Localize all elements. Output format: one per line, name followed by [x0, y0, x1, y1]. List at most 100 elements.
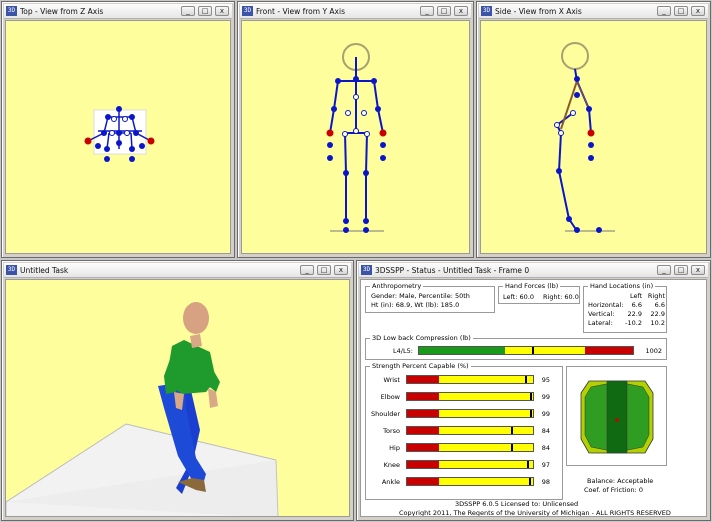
anthropometry-group: Anthropometry Gender: Male, Percentile: …	[365, 282, 495, 313]
strength-label: Knee	[383, 461, 400, 469]
low-back-group: 3D Low back Compression (lb) L4/L5: 1002	[365, 334, 667, 360]
side-view-viewport[interactable]	[480, 20, 707, 254]
hand-location-right: 10.2	[650, 319, 665, 327]
side-view-window[interactable]: 3D Side - View from X Axis _ □ x	[476, 1, 711, 258]
app-icon: 3D	[481, 6, 492, 16]
window-title: Untitled Task	[20, 265, 69, 275]
hand-location-label: Lateral:	[588, 319, 613, 327]
strength-label: Elbow	[380, 393, 400, 401]
close-icon[interactable]: x	[691, 265, 705, 275]
center-of-gravity-icon	[615, 418, 619, 422]
restore-icon[interactable]: □	[437, 6, 451, 16]
hand-location-left: 6.6	[631, 301, 642, 309]
close-icon[interactable]: x	[334, 265, 348, 275]
hand-forces-heading: Hand Forces (lb)	[503, 282, 561, 290]
top-view-figure	[84, 106, 155, 162]
app-icon: 3D	[361, 265, 372, 275]
close-icon[interactable]: x	[215, 6, 229, 16]
restore-icon[interactable]: □	[674, 6, 688, 16]
strength-value: 98	[541, 478, 550, 486]
top-view-titlebar[interactable]: 3D Top - View from Z Axis _ □ x	[4, 4, 232, 19]
hand-force-left: Left: 60.0	[503, 293, 534, 301]
hand-location-right: 22.9	[650, 310, 665, 318]
status-panel: Anthropometry Gender: Male, Percentile: …	[360, 279, 707, 517]
app-icon: 3D	[242, 6, 253, 16]
strength-bar	[406, 426, 534, 435]
hand-force-right: Right: 60.0	[543, 293, 579, 301]
human-3d-scene	[6, 302, 279, 516]
top-view-viewport[interactable]	[5, 20, 231, 254]
strength-marker	[529, 478, 531, 485]
hand-locations-col-right: Right	[647, 292, 665, 300]
task-view-titlebar[interactable]: 3D Untitled Task _ □ x	[4, 263, 351, 278]
strength-bar	[406, 375, 534, 384]
strength-bar	[406, 392, 534, 401]
strength-value: 84	[541, 427, 550, 435]
top-view-window[interactable]: 3D Top - View from Z Axis _ □ x	[1, 1, 235, 258]
anthropometry-height-weight: Ht (in): 68.9, Wt (lb): 185.0	[371, 301, 460, 309]
strength-value: 95	[541, 376, 550, 384]
low-back-marker	[532, 347, 534, 354]
status-window[interactable]: 3D 3DSSPP - Status - Untitled Task - Fra…	[356, 260, 711, 521]
balance-group	[566, 366, 667, 466]
copyright-text: Copyright 2011, The Regents of the Unive…	[399, 509, 671, 517]
strength-bar	[406, 443, 534, 452]
strength-marker	[530, 393, 532, 400]
strength-marker	[527, 461, 529, 468]
task-view-window[interactable]: 3D Untitled Task _ □ x	[1, 260, 354, 521]
strength-label: Wrist	[383, 376, 400, 384]
strength-marker	[525, 376, 527, 383]
coefficient-of-friction: Coef. of Friction: 0	[584, 486, 643, 494]
balance-diagram	[580, 380, 654, 454]
window-title: Side - View from X Axis	[495, 6, 582, 16]
front-view-window[interactable]: 3D Front - View from Y Axis _ □ x	[237, 1, 474, 258]
strength-label: Hip	[389, 444, 400, 452]
minimize-icon[interactable]: _	[657, 265, 671, 275]
window-title: Front - View from Y Axis	[256, 6, 345, 16]
strength-value: 99	[541, 393, 550, 401]
strength-value: 84	[541, 444, 550, 452]
strength-heading: Strength Percent Capable (%)	[370, 362, 471, 370]
close-icon[interactable]: x	[691, 6, 705, 16]
low-back-heading: 3D Low back Compression (lb)	[370, 334, 473, 342]
minimize-icon[interactable]: _	[181, 6, 195, 16]
strength-bar	[406, 477, 534, 486]
app-icon: 3D	[6, 6, 17, 16]
status-titlebar[interactable]: 3D 3DSSPP - Status - Untitled Task - Fra…	[359, 263, 708, 278]
strength-marker	[511, 427, 513, 434]
restore-icon[interactable]: □	[317, 265, 331, 275]
head-outline	[561, 42, 589, 70]
restore-icon[interactable]: □	[198, 6, 212, 16]
side-view-titlebar[interactable]: 3D Side - View from X Axis _ □ x	[479, 4, 708, 19]
anthropometry-gender: Gender: Male, Percentile: 50th	[371, 292, 470, 300]
hand-forces-group: Hand Forces (lb) Left: 60.0 Right: 60.0	[498, 282, 580, 304]
minimize-icon[interactable]: _	[657, 6, 671, 16]
strength-marker	[530, 410, 532, 417]
hand-location-label: Horizontal:	[588, 301, 624, 309]
l4-l5-label: L4/L5:	[393, 347, 413, 355]
strength-group: Strength Percent Capable (%) Wrist 95 Elbo…	[365, 362, 563, 500]
anthropometry-heading: Anthropometry	[370, 282, 424, 290]
hand-location-left: 22.9	[627, 310, 642, 318]
strength-bar	[406, 460, 534, 469]
strength-label: Torso	[383, 427, 400, 435]
low-back-compression-bar	[418, 346, 634, 355]
strength-label: Ankle	[381, 478, 400, 486]
front-view-titlebar[interactable]: 3D Front - View from Y Axis _ □ x	[240, 4, 471, 19]
task-3d-viewport[interactable]	[5, 279, 350, 517]
side-view-figure	[554, 42, 615, 233]
hand-locations-heading: Hand Locations (in)	[588, 282, 656, 290]
front-view-figure	[326, 43, 387, 233]
minimize-icon[interactable]: _	[300, 265, 314, 275]
strength-value: 97	[541, 461, 550, 469]
hand-locations-group: Hand Locations (in) Left Right Horizonta…	[583, 282, 667, 333]
strength-value: 99	[541, 410, 550, 418]
close-icon[interactable]: x	[454, 6, 468, 16]
head	[183, 302, 209, 334]
restore-icon[interactable]: □	[674, 265, 688, 275]
low-back-value: 1002	[645, 347, 662, 355]
app-icon: 3D	[6, 265, 17, 275]
front-view-viewport[interactable]	[241, 20, 470, 254]
minimize-icon[interactable]: _	[420, 6, 434, 16]
hand-location-label: Vertical:	[588, 310, 615, 318]
